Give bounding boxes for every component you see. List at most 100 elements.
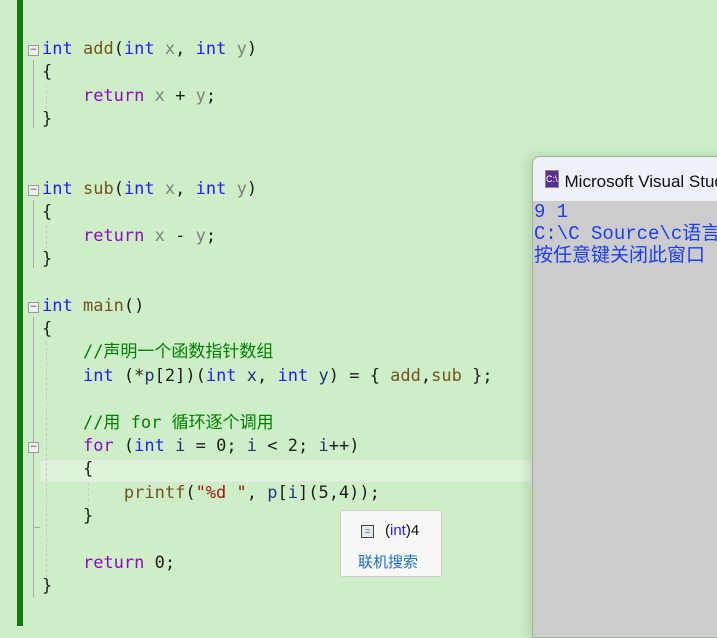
code-token: int <box>277 365 309 386</box>
debug-console-window[interactable]: C:\ Microsoft Visual Studio 调试控制台 9 1C:\… <box>532 156 717 638</box>
code-token: } <box>42 575 53 596</box>
collapse-toggle[interactable]: − <box>28 45 39 56</box>
code-token: int <box>195 39 227 59</box>
code-line[interactable]: int sub(int x, int y) <box>42 178 493 201</box>
code-token: p <box>267 482 278 503</box>
code-line[interactable]: { <box>42 318 493 341</box>
code-token: add <box>82 39 114 59</box>
code-line[interactable]: //声明一个函数指针数组 <box>42 341 493 364</box>
code-line[interactable]: } <box>42 248 493 271</box>
code-token: int <box>82 365 114 386</box>
code-token: ++) <box>328 435 360 456</box>
code-line[interactable]: int main() <box>42 295 493 318</box>
code-token: p <box>144 365 155 386</box>
code-token: ](5,4)); <box>297 482 380 503</box>
code-line[interactable]: for (int i = 0; i < 2; i++) <box>42 435 493 458</box>
code-token: y <box>236 179 247 200</box>
code-line[interactable]: { <box>42 458 493 481</box>
code-token: x <box>246 365 258 386</box>
code-token: () <box>123 295 145 316</box>
code-line[interactable]: } <box>42 575 493 598</box>
code-token: ( <box>113 179 124 200</box>
code-token: printf <box>123 482 186 503</box>
code-token: return <box>82 85 145 106</box>
code-line[interactable] <box>42 271 493 294</box>
code-token: int <box>42 179 73 200</box>
code-line[interactable]: { <box>42 201 493 224</box>
code-line[interactable]: } <box>42 108 493 131</box>
code-token: return <box>82 552 145 573</box>
code-token: [2])( <box>154 365 206 386</box>
code-token: 0; <box>144 552 176 573</box>
code-token: { <box>42 62 53 83</box>
code-line[interactable]: printf("%d ", p[i](5,4)); <box>42 482 493 505</box>
console-line: 按任意键关闭此窗口 <box>534 245 706 267</box>
code-token: "%d " <box>195 482 247 503</box>
code-token: { <box>42 202 53 223</box>
console-title-bar[interactable]: C:\ Microsoft Visual Studio 调试控制台 <box>533 157 717 201</box>
console-output: 9 1 C:\C Source\c语言 按任意键关闭此窗口 <box>533 201 717 637</box>
code-token: ( <box>185 482 196 503</box>
code-line[interactable]: int (*p[2])(int x, int y) = { add,sub }; <box>42 365 493 388</box>
code-token: add <box>390 365 421 386</box>
code-token: main <box>82 295 124 316</box>
code-token: x <box>164 39 176 59</box>
fold-line <box>33 200 34 268</box>
code-line[interactable] <box>42 155 493 178</box>
code-token: sub <box>431 365 462 386</box>
code-token: int <box>42 295 73 316</box>
code-token: int <box>134 435 165 456</box>
code-line[interactable]: { <box>42 61 493 84</box>
code-token: } <box>82 505 94 526</box>
code-token: - <box>164 225 196 246</box>
code-token: ( <box>113 39 124 59</box>
fold-end <box>34 527 40 528</box>
tooltip-type-keyword: int <box>390 522 406 539</box>
fold-line <box>33 60 34 128</box>
collapse-toggle[interactable]: − <box>28 442 39 453</box>
code-token: i <box>246 435 258 456</box>
code-token: x <box>164 179 176 200</box>
code-line[interactable]: int add(int x, int y) <box>42 38 493 61</box>
code-token: y <box>195 225 206 246</box>
code-token: //用 for 循环逐个调用 <box>82 412 274 433</box>
code-line[interactable]: //用 for 循环逐个调用 <box>42 412 493 435</box>
code-token: //声明一个函数指针数组 <box>82 342 274 363</box>
change-tracking-bar <box>17 0 23 626</box>
code-token: int <box>123 179 155 200</box>
value-icon: = <box>361 525 374 538</box>
collapse-toggle[interactable]: − <box>28 185 39 196</box>
code-token: return <box>82 225 145 246</box>
code-token: = 0; <box>185 435 247 456</box>
code-line[interactable]: return x + y; <box>42 85 493 108</box>
console-app-icon: C:\ <box>545 170 559 188</box>
code-token: (* <box>113 365 145 386</box>
code-token: int <box>42 39 73 59</box>
code-token: y <box>195 85 206 106</box>
online-search-link[interactable]: 联机搜索 <box>358 551 418 572</box>
code-token: int <box>123 39 155 59</box>
code-token: y <box>318 365 329 386</box>
code-line[interactable] <box>42 131 493 154</box>
code-token: sub <box>82 179 114 200</box>
code-token: ; <box>205 85 217 106</box>
code-line[interactable] <box>42 388 493 411</box>
code-line[interactable]: return x - y; <box>42 225 493 248</box>
fold-line <box>33 317 34 597</box>
collapse-toggle[interactable]: − <box>28 302 39 313</box>
code-token: }; <box>461 365 493 386</box>
